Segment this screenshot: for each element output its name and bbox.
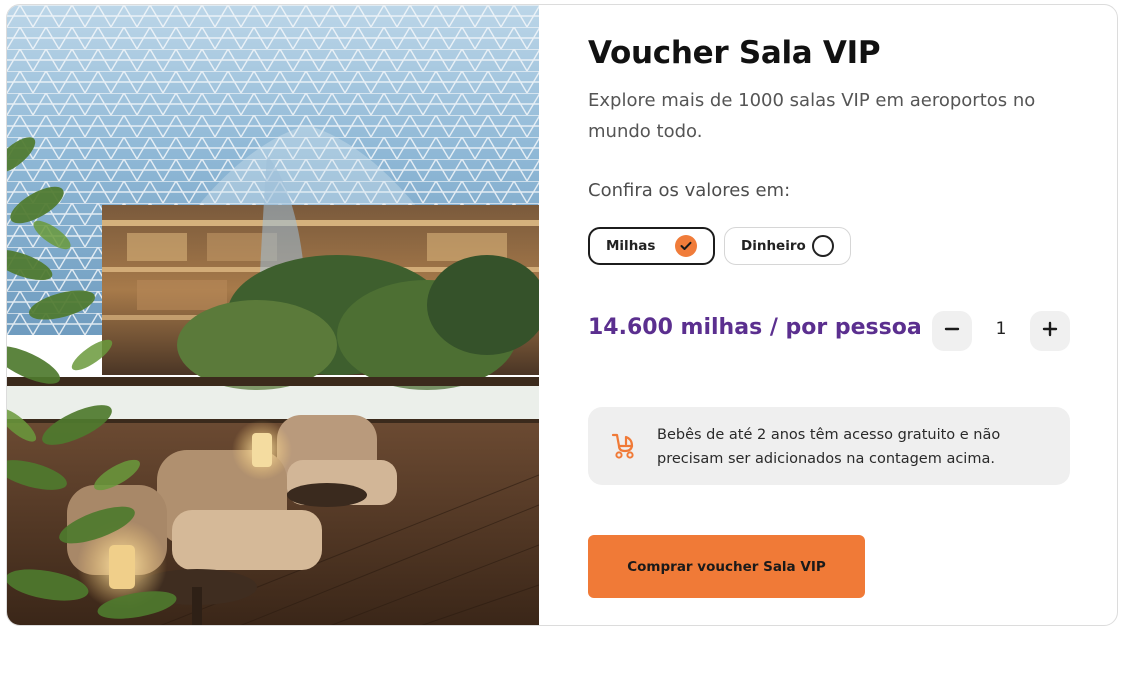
decrement-button[interactable] — [932, 311, 972, 351]
baby-stroller-icon — [610, 431, 636, 463]
voucher-card: Voucher Sala VIP Explore mais de 1000 sa… — [6, 4, 1118, 626]
infant-info-box: Bebês de até 2 anos têm acesso gratuito … — [588, 407, 1070, 485]
infant-info-text: Bebês de até 2 anos têm acesso gratuito … — [657, 427, 1001, 467]
prices-label: Confira os valores em: — [588, 180, 791, 201]
check-icon — [675, 235, 697, 257]
plus-icon — [1042, 321, 1058, 341]
product-title: Voucher Sala VIP — [588, 35, 881, 71]
radio-empty-icon — [812, 235, 834, 257]
voucher-details: Voucher Sala VIP Explore mais de 1000 sa… — [588, 5, 1078, 625]
payment-option-label: Dinheiro — [741, 238, 806, 254]
product-description: Explore mais de 1000 salas VIP em aeropo… — [588, 90, 1036, 142]
quantity-value: 1 — [995, 319, 1007, 339]
buy-voucher-button[interactable]: Comprar voucher Sala VIP — [588, 535, 865, 598]
price-per-person: 14.600 milhas / por pessoa — [588, 315, 922, 340]
vip-lounge-photo — [7, 5, 539, 625]
minus-icon — [944, 321, 960, 341]
increment-button[interactable] — [1030, 311, 1070, 351]
payment-option-label: Milhas — [606, 238, 656, 254]
payment-option-dinheiro[interactable]: Dinheiro — [724, 227, 851, 265]
payment-option-milhas[interactable]: Milhas — [588, 227, 715, 265]
